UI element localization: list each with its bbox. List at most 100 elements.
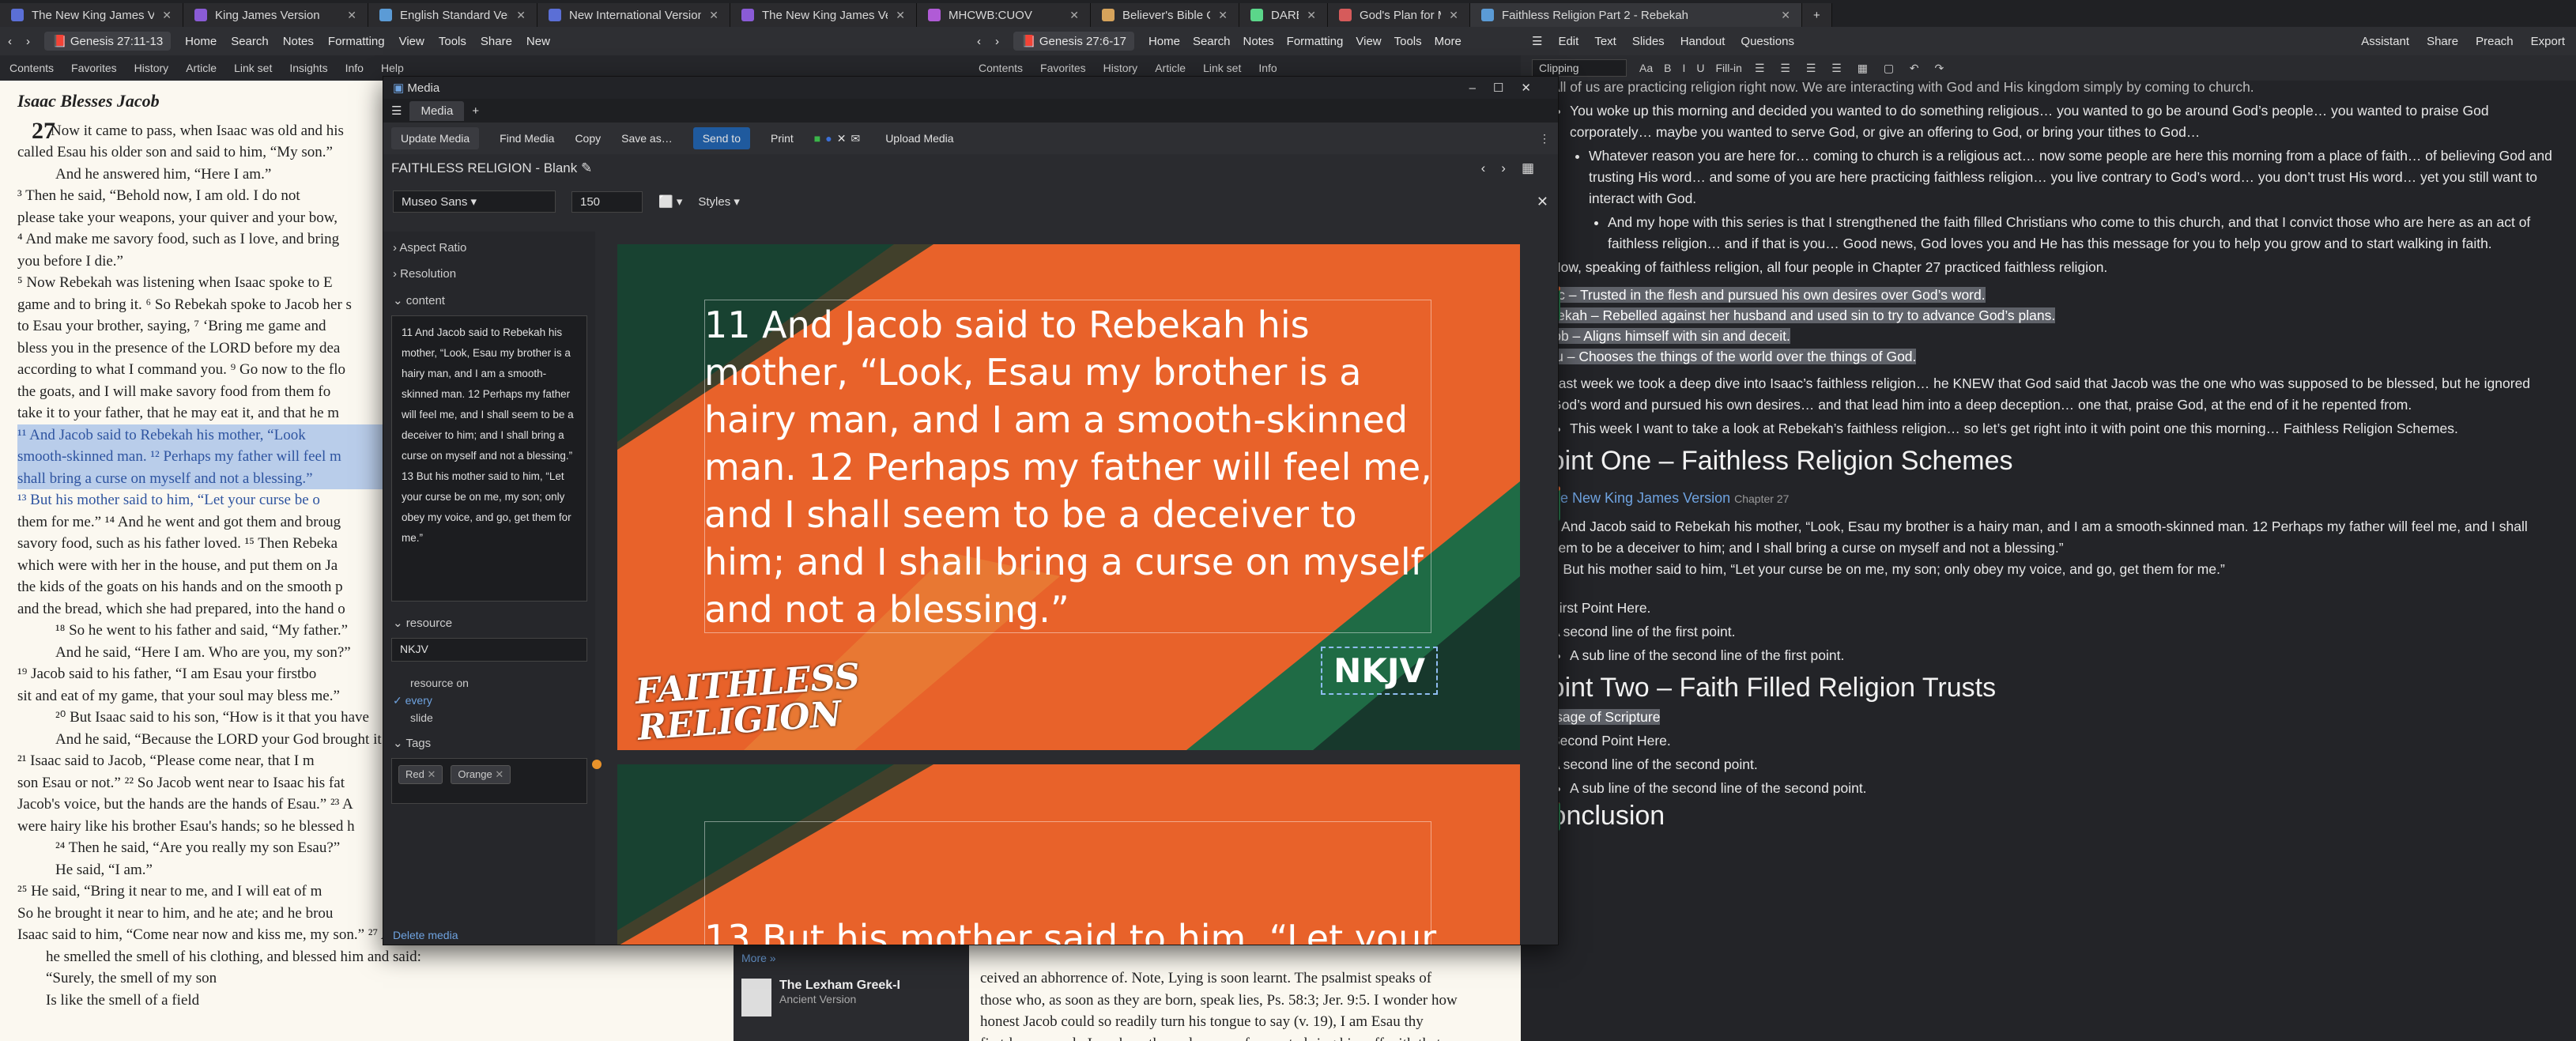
close-tab-icon[interactable]: ✕: [1218, 9, 1228, 22]
subbar-item[interactable]: Article: [186, 62, 217, 74]
close-tab-icon[interactable]: ✕: [896, 9, 905, 22]
slide-text[interactable]: 11 And Jacob said to Rebekah his mother,…: [704, 301, 1447, 633]
close-icon[interactable]: ✕: [1521, 81, 1548, 95]
aspect-ratio-row[interactable]: › Aspect Ratio: [390, 232, 589, 258]
close-tab-icon[interactable]: ✕: [1449, 9, 1458, 22]
browser-tab[interactable]: Believer's Bible Commentary ✕: [1091, 3, 1239, 27]
menu-icon[interactable]: ☰: [1532, 34, 1542, 48]
tags-box[interactable]: Red ✕ Orange ✕: [391, 758, 587, 804]
format-button[interactable]: I: [1682, 62, 1685, 74]
subbar-item[interactable]: Link set: [1203, 62, 1241, 74]
menu-item[interactable]: Search: [231, 35, 269, 48]
menu-item[interactable]: Assistant: [2361, 35, 2409, 48]
subbar-item[interactable]: Article: [1155, 62, 1186, 74]
slide-1[interactable]: 11 And Jacob said to Rebekah his mother,…: [617, 244, 1520, 750]
more-icon[interactable]: ⋮: [1539, 132, 1550, 145]
find-media-button[interactable]: Find Media: [500, 132, 554, 145]
font-select[interactable]: Museo Sans ▾: [393, 190, 556, 213]
reference-box[interactable]: 📕 Genesis 27:6-17: [1013, 32, 1134, 51]
style-select[interactable]: Clipping: [1532, 59, 1627, 77]
subbar-item[interactable]: Favorites: [71, 62, 117, 74]
subbar-item[interactable]: Info: [345, 62, 364, 74]
styles-select[interactable]: Styles ▾: [698, 194, 740, 209]
menu-item[interactable]: Home: [1148, 35, 1180, 48]
browser-tab[interactable]: The New King James Version ✕: [730, 3, 917, 27]
subbar-item[interactable]: Contents: [979, 62, 1023, 74]
edit-icon[interactable]: ✎: [581, 160, 592, 175]
menu-item[interactable]: Share: [2427, 35, 2458, 48]
menu-item[interactable]: Search: [1193, 35, 1231, 48]
back-icon[interactable]: ‹: [8, 35, 12, 48]
menu-item[interactable]: New: [526, 35, 550, 48]
format-button[interactable]: B: [1664, 62, 1671, 74]
menu-item[interactable]: Share: [481, 35, 512, 48]
slide-option[interactable]: slide: [410, 709, 568, 726]
update-media-button[interactable]: Update Media: [391, 127, 480, 149]
close-tab-icon[interactable]: ✕: [1781, 9, 1790, 22]
font-size-input[interactable]: 150: [571, 190, 643, 213]
menu-item[interactable]: Tools: [1394, 35, 1422, 48]
menu-item[interactable]: Questions: [1741, 35, 1794, 48]
close-tab-icon[interactable]: ✕: [1307, 9, 1316, 22]
menu-item[interactable]: More: [1435, 35, 1461, 48]
sermon-body[interactable]: All of us are practicing religion right …: [1521, 77, 2576, 831]
tag-chip[interactable]: Red ✕: [398, 765, 443, 784]
menu-item[interactable]: Tools: [439, 35, 466, 48]
close-tab-icon[interactable]: ✕: [162, 9, 172, 22]
content-textarea[interactable]: 11 And Jacob said to Rebekah his mother,…: [391, 315, 587, 602]
subbar-item[interactable]: Help: [381, 62, 404, 74]
menu-item[interactable]: View: [399, 35, 424, 48]
library-card[interactable]: More » The Lexham Greek-I Ancient Versio…: [734, 945, 969, 1041]
close-tab-icon[interactable]: ✕: [516, 9, 526, 22]
send-to-button[interactable]: Send to: [692, 127, 750, 149]
upload-media-button[interactable]: Upload Media: [885, 132, 953, 145]
tab-media[interactable]: Media: [409, 100, 465, 121]
browser-tab[interactable]: King James Version ✕: [183, 3, 368, 27]
browser-tab[interactable]: The New King James Version ✕: [0, 3, 183, 27]
subbar-item[interactable]: Contents: [9, 62, 54, 74]
menu-item[interactable]: Formatting: [1287, 35, 1344, 48]
media-menu-icon[interactable]: ☰: [391, 104, 402, 118]
menu-item[interactable]: Notes: [283, 35, 314, 48]
share-icons[interactable]: ■●✕✉: [814, 132, 865, 145]
menu-item[interactable]: Notes: [1243, 35, 1273, 48]
menu-item[interactable]: Handout: [1680, 35, 1726, 48]
menu-item[interactable]: Text: [1594, 35, 1616, 48]
reference-box[interactable]: 📕 Genesis 27:11-13: [44, 32, 172, 51]
close-tab-icon[interactable]: ✕: [347, 9, 356, 22]
maximize-icon[interactable]: ☐: [1493, 81, 1521, 95]
add-tab-icon[interactable]: +: [472, 104, 479, 118]
menu-item[interactable]: Home: [185, 35, 217, 48]
resolution-row[interactable]: › Resolution: [390, 258, 589, 284]
grid-icon[interactable]: ▦: [1522, 160, 1550, 175]
browser-tab[interactable]: DARB ✕: [1239, 3, 1328, 27]
format-button[interactable]: Aa: [1639, 62, 1653, 74]
save-as-button[interactable]: Save as…: [621, 132, 673, 145]
menu-item[interactable]: View: [1356, 35, 1381, 48]
resource-input[interactable]: NKJV: [391, 638, 587, 662]
print-button[interactable]: Print: [771, 132, 794, 145]
tag-chip[interactable]: Orange ✕: [451, 765, 511, 784]
resource-row[interactable]: ⌄ resource: [390, 606, 589, 633]
close-panel-icon[interactable]: ✕: [1537, 194, 1548, 210]
color-picker[interactable]: ⬜ ▾: [658, 194, 682, 209]
menu-item[interactable]: Slides: [1632, 35, 1665, 48]
menu-item[interactable]: Preach: [2476, 35, 2514, 48]
more-link[interactable]: More »: [734, 945, 969, 971]
content-row[interactable]: ⌄ content: [390, 284, 589, 311]
browser-tab[interactable]: MHCWB:CUOV ✕: [917, 3, 1091, 27]
browser-tab[interactable]: God's Plan for Man ✕: [1328, 3, 1470, 27]
subbar-item[interactable]: Insights: [289, 62, 327, 74]
remove-tag-icon[interactable]: ✕: [492, 768, 504, 780]
minimize-icon[interactable]: –: [1469, 81, 1493, 95]
next-icon[interactable]: ›: [1501, 160, 1522, 175]
back-icon[interactable]: ‹: [977, 35, 981, 48]
subbar-item[interactable]: Info: [1258, 62, 1277, 74]
browser-tab[interactable]: New International Version (2011) ✕: [537, 3, 730, 27]
menu-item[interactable]: Formatting: [328, 35, 385, 48]
browser-tab[interactable]: English Standard Version ✕: [368, 3, 537, 27]
subbar-item[interactable]: History: [1103, 62, 1138, 74]
close-tab-icon[interactable]: ✕: [1069, 9, 1079, 22]
format-button[interactable]: Fill-in: [1715, 62, 1741, 74]
prev-icon[interactable]: ‹: [1481, 160, 1502, 175]
